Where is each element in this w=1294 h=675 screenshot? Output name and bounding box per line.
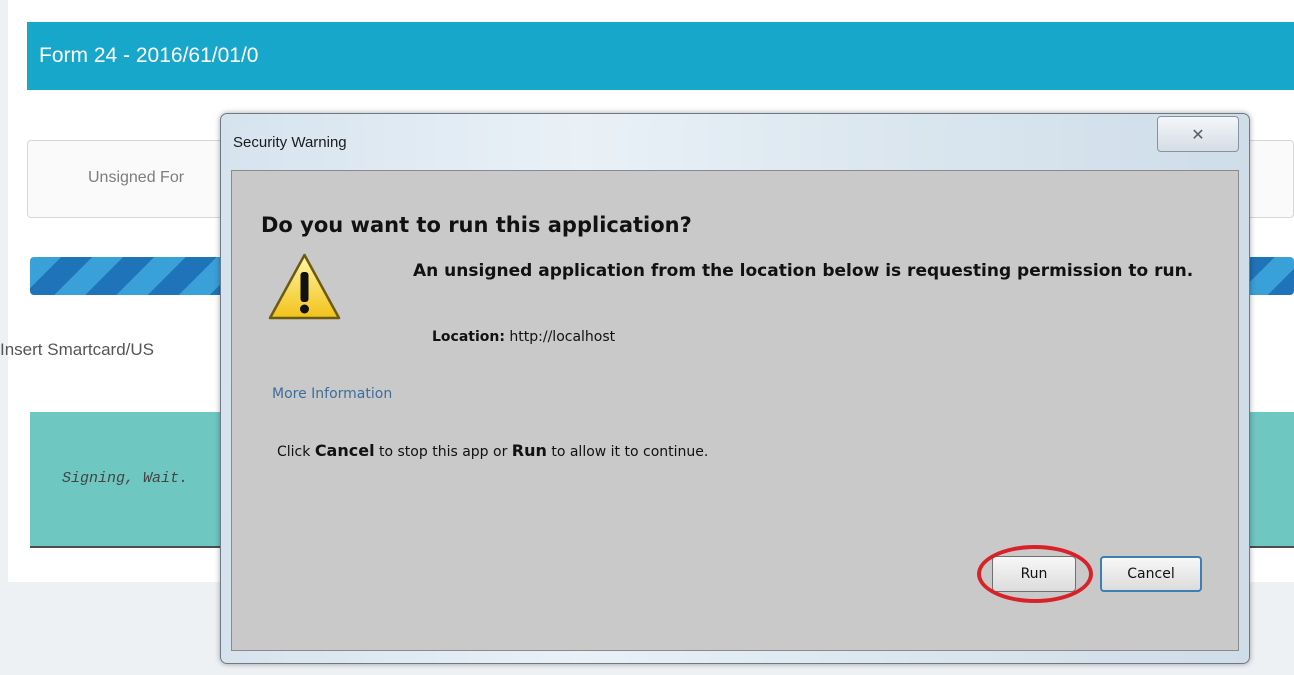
form-title: Form 24 - 2016/61/01/0 <box>27 22 1294 90</box>
signing-status-text: Signing, Wait. <box>62 470 189 487</box>
location-label: Location: <box>432 329 505 345</box>
dialog-message: An unsigned application from the locatio… <box>413 261 1194 281</box>
more-information-link[interactable]: More Information <box>272 386 392 402</box>
dialog-instruction: Click Cancel to stop this app or Run to … <box>277 441 708 460</box>
insert-smartcard-text: Insert Smartcard/US <box>0 340 154 359</box>
instruction-cancel-word: Cancel <box>314 441 375 460</box>
tab-label: Unsigned For <box>88 169 185 186</box>
run-button[interactable]: Run <box>992 556 1076 592</box>
close-button[interactable]: ✕ <box>1157 116 1239 152</box>
instruction-text-1: Click <box>277 444 315 460</box>
location-value: http://localhost <box>509 329 616 345</box>
instruction-run-word: Run <box>511 441 547 460</box>
instruction-text-3: to allow it to continue. <box>546 444 709 460</box>
warning-triangle-icon <box>268 253 341 320</box>
dialog-body: Do you want to run this application? An … <box>231 170 1239 651</box>
cancel-button[interactable]: Cancel <box>1100 556 1202 592</box>
close-icon: ✕ <box>1191 124 1205 144</box>
instruction-text-2: to stop this app or <box>374 444 512 460</box>
dialog-question: Do you want to run this application? <box>261 213 692 237</box>
dialog-title: Security Warning <box>233 134 347 151</box>
security-warning-dialog: Security Warning ✕ Do you want to run th… <box>220 113 1250 664</box>
location-row: Location: http://localhost <box>432 329 615 345</box>
